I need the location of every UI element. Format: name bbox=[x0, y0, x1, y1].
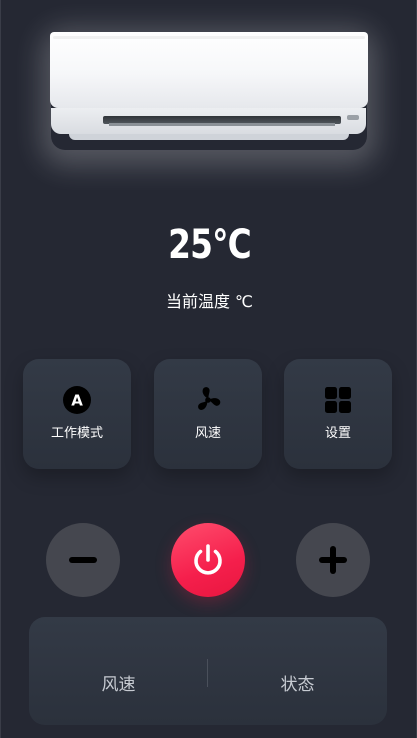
decrease-temperature-button[interactable] bbox=[46, 523, 120, 597]
temperature-display: 25°C bbox=[168, 222, 252, 268]
settings-button[interactable]: 设置 bbox=[284, 359, 392, 469]
increase-temperature-button[interactable] bbox=[296, 523, 370, 597]
fan-speed-button-label: 风速 bbox=[194, 426, 221, 441]
ac-vent-slit bbox=[109, 123, 335, 126]
power-button[interactable] bbox=[171, 523, 245, 597]
settings-button-label: 设置 bbox=[324, 426, 351, 441]
mode-auto-icon-letter: A bbox=[71, 392, 83, 410]
grid-settings-icon bbox=[325, 387, 351, 413]
temperature-label: 当前温度 ℃ bbox=[165, 292, 254, 311]
ac-lower-grill bbox=[69, 134, 349, 140]
mode-button[interactable]: A 工作模式 bbox=[23, 359, 131, 469]
power-icon bbox=[194, 544, 222, 575]
mode-button-label: 工作模式 bbox=[50, 426, 103, 441]
fan-speed-status[interactable]: 风速 bbox=[29, 673, 208, 697]
ac-indicator-light bbox=[347, 115, 359, 120]
device-status[interactable]: 状态 bbox=[208, 673, 387, 697]
fan-speed-button[interactable]: 风速 bbox=[154, 359, 262, 469]
mode-auto-icon: A bbox=[63, 386, 91, 414]
status-panel: 风速 状态 bbox=[29, 617, 387, 725]
fan-icon bbox=[198, 387, 221, 410]
air-conditioner-image bbox=[41, 22, 377, 162]
ac-remote-screen: 25°C 当前温度 ℃ A 工作模式 风速 设置 风速 状态 bbox=[0, 0, 417, 738]
plus-icon bbox=[319, 546, 347, 574]
ac-body bbox=[50, 32, 368, 108]
minus-icon bbox=[69, 557, 97, 563]
